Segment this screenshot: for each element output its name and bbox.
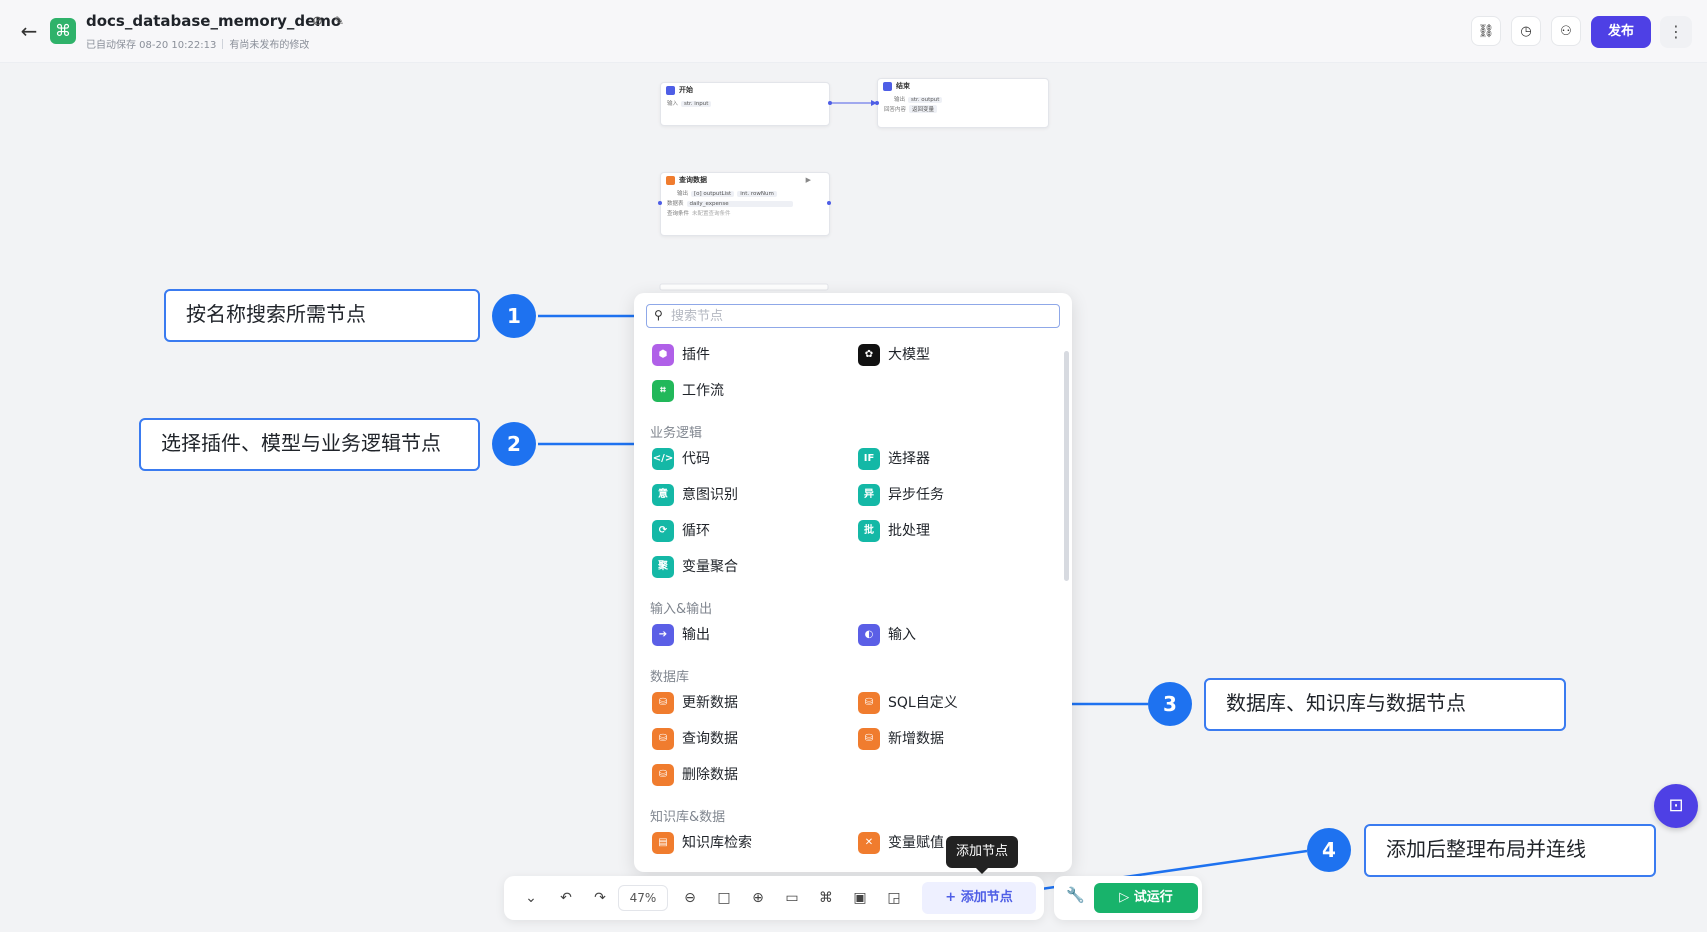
section-title-logic: 业务逻辑 xyxy=(650,426,703,441)
node-item-label: 变量聚合 xyxy=(682,559,738,575)
node-item-llm[interactable]: ✿ 大模型 xyxy=(858,343,930,367)
minimap-icon[interactable]: ◲ xyxy=(880,886,908,910)
db-sql-icon: ⛁ xyxy=(858,692,880,714)
section-title-io: 输入&输出 xyxy=(650,602,713,617)
assistant-bot-icon[interactable]: ⊡ xyxy=(1654,784,1698,828)
comment-icon[interactable]: ▭ xyxy=(778,886,806,910)
node-item-sql-custom[interactable]: ⛁ SQL自定义 xyxy=(858,691,958,715)
batch-icon: 批 xyxy=(858,520,880,542)
node-item-label: 输出 xyxy=(682,627,710,643)
async-icon: 异 xyxy=(858,484,880,506)
node-item-label: 异步任务 xyxy=(888,487,944,503)
node-item-output[interactable]: ➔ 输出 xyxy=(652,623,710,647)
node-item-label: 新增数据 xyxy=(888,731,944,747)
node-item-label: 意图识别 xyxy=(682,487,738,503)
knowledge-icon: ▤ xyxy=(652,832,674,854)
search-box[interactable]: ⚲ xyxy=(646,304,1060,328)
node-item-label: 知识库检索 xyxy=(682,835,752,851)
undo-icon[interactable]: ↶ xyxy=(552,886,580,910)
intent-icon: 意 xyxy=(652,484,674,506)
node-item-delete-data[interactable]: ⛁ 删除数据 xyxy=(652,763,738,787)
callout-4-badge: 4 xyxy=(1307,828,1351,872)
callout-2-box: 选择插件、模型与业务逻辑节点 xyxy=(139,418,480,471)
bottom-toolbar: ⌄ ↶ ↷ 47% ⊖ □ ⊕ ▭ ⌘ ▣ ◲ + 添加节点 xyxy=(504,876,1044,920)
section-title-database: 数据库 xyxy=(650,670,690,685)
add-node-tooltip: 添加节点 xyxy=(946,836,1018,874)
node-item-label: 大模型 xyxy=(888,347,930,363)
zoom-out-icon[interactable]: ⊖ xyxy=(676,886,704,910)
auto-layout-icon[interactable]: ⌘ xyxy=(812,886,840,910)
node-item-intent[interactable]: 意意图识别 xyxy=(652,483,738,507)
node-item-selector[interactable]: IF 选择器 xyxy=(858,447,930,471)
node-item-batch[interactable]: 批批处理 xyxy=(858,519,930,543)
node-item-query-data[interactable]: ⛁ 查询数据 xyxy=(652,727,738,751)
node-item-workflow[interactable]: ⌗ 工作流 xyxy=(652,379,724,403)
callout-1-box: 按名称搜索所需节点 xyxy=(164,289,480,342)
callout-3-box: 数据库、知识库与数据节点 xyxy=(1204,678,1566,731)
test-run-button[interactable]: ▷ 试运行 xyxy=(1094,883,1198,913)
panel-scrollbar[interactable] xyxy=(1064,351,1069,581)
node-item-code[interactable]: </> 代码 xyxy=(652,447,710,471)
test-run-label: 试运行 xyxy=(1133,890,1173,905)
node-item-label: 查询数据 xyxy=(682,731,738,747)
callout-4-box: 添加后整理布局并连线 xyxy=(1364,824,1656,877)
mouse-mode-icon[interactable]: ⌄ xyxy=(516,886,546,910)
node-item-label: 更新数据 xyxy=(682,695,738,711)
fit-view-icon[interactable]: □ xyxy=(710,886,738,910)
node-item-label: 插件 xyxy=(682,347,710,363)
node-item-async[interactable]: 异异步任务 xyxy=(858,483,944,507)
node-item-label: SQL自定义 xyxy=(888,695,958,711)
add-node-button[interactable]: + 添加节点 xyxy=(922,882,1036,914)
callout-2-badge: 2 xyxy=(492,422,536,466)
redo-icon[interactable]: ↷ xyxy=(586,886,614,910)
node-item-knowledge-search[interactable]: ▤ 知识库检索 xyxy=(652,831,752,855)
node-item-plugin[interactable]: ⬢ 插件 xyxy=(652,343,710,367)
db-insert-icon: ⛁ xyxy=(858,728,880,750)
db-update-icon: ⛁ xyxy=(652,692,674,714)
plugin-icon: ⬢ xyxy=(652,344,674,366)
code-icon: </> xyxy=(652,448,674,470)
node-item-input[interactable]: ◐ 输入 xyxy=(858,623,916,647)
node-item-update-data[interactable]: ⛁ 更新数据 xyxy=(652,691,738,715)
node-item-label: 批处理 xyxy=(888,523,930,539)
end-node-port xyxy=(875,101,879,105)
input-icon: ◐ xyxy=(858,624,880,646)
var-assign-icon: ✕ xyxy=(858,832,880,854)
callout-1-badge: 1 xyxy=(492,294,536,338)
image-icon[interactable]: ▣ xyxy=(846,886,874,910)
search-icon: ⚲ xyxy=(654,308,663,322)
if-icon: IF xyxy=(858,448,880,470)
node-item-label: 代码 xyxy=(682,451,710,467)
run-toolbar: 🔧 ▷ 试运行 xyxy=(1054,876,1202,920)
db-query-icon: ⛁ xyxy=(652,728,674,750)
node-item-label: 工作流 xyxy=(682,383,724,399)
llm-icon: ✿ xyxy=(858,344,880,366)
node-item-insert-data[interactable]: ⛁ 新增数据 xyxy=(858,727,944,751)
play-icon: ▷ xyxy=(1119,890,1134,905)
hidden-node-edge xyxy=(659,283,829,291)
node-item-var-assign[interactable]: ✕ 变量赋值 xyxy=(858,831,944,855)
node-item-label: 输入 xyxy=(888,627,916,643)
node-item-label: 循环 xyxy=(682,523,710,539)
add-node-panel: ⚲ ⬢ 插件 ✿ 大模型 ⌗ 工作流 业务逻辑 </> 代码 IF 选择器 意意图识别 异… xyxy=(634,293,1072,872)
node-item-label: 变量赋值 xyxy=(888,835,944,851)
aggregate-icon: 聚 xyxy=(652,556,674,578)
wrench-icon[interactable]: 🔧 xyxy=(1066,886,1085,904)
callout-3-badge: 3 xyxy=(1148,682,1192,726)
node-item-label: 选择器 xyxy=(888,451,930,467)
loop-icon: ⟳ xyxy=(652,520,674,542)
node-item-label: 删除数据 xyxy=(682,767,738,783)
zoom-select[interactable]: 47% xyxy=(618,885,668,911)
query-node-out-port xyxy=(827,201,831,205)
db-delete-icon: ⛁ xyxy=(652,764,674,786)
node-item-var-aggregate[interactable]: 聚变量聚合 xyxy=(652,555,738,579)
zoom-in-icon[interactable]: ⊕ xyxy=(744,886,772,910)
workflow-icon: ⌗ xyxy=(652,380,674,402)
query-node-in-port xyxy=(658,201,662,205)
start-node-port xyxy=(828,101,832,105)
node-item-loop[interactable]: ⟳ 循环 xyxy=(652,519,710,543)
search-input[interactable] xyxy=(671,307,1051,325)
output-icon: ➔ xyxy=(652,624,674,646)
section-title-knowledge: 知识库&数据 xyxy=(650,810,726,825)
